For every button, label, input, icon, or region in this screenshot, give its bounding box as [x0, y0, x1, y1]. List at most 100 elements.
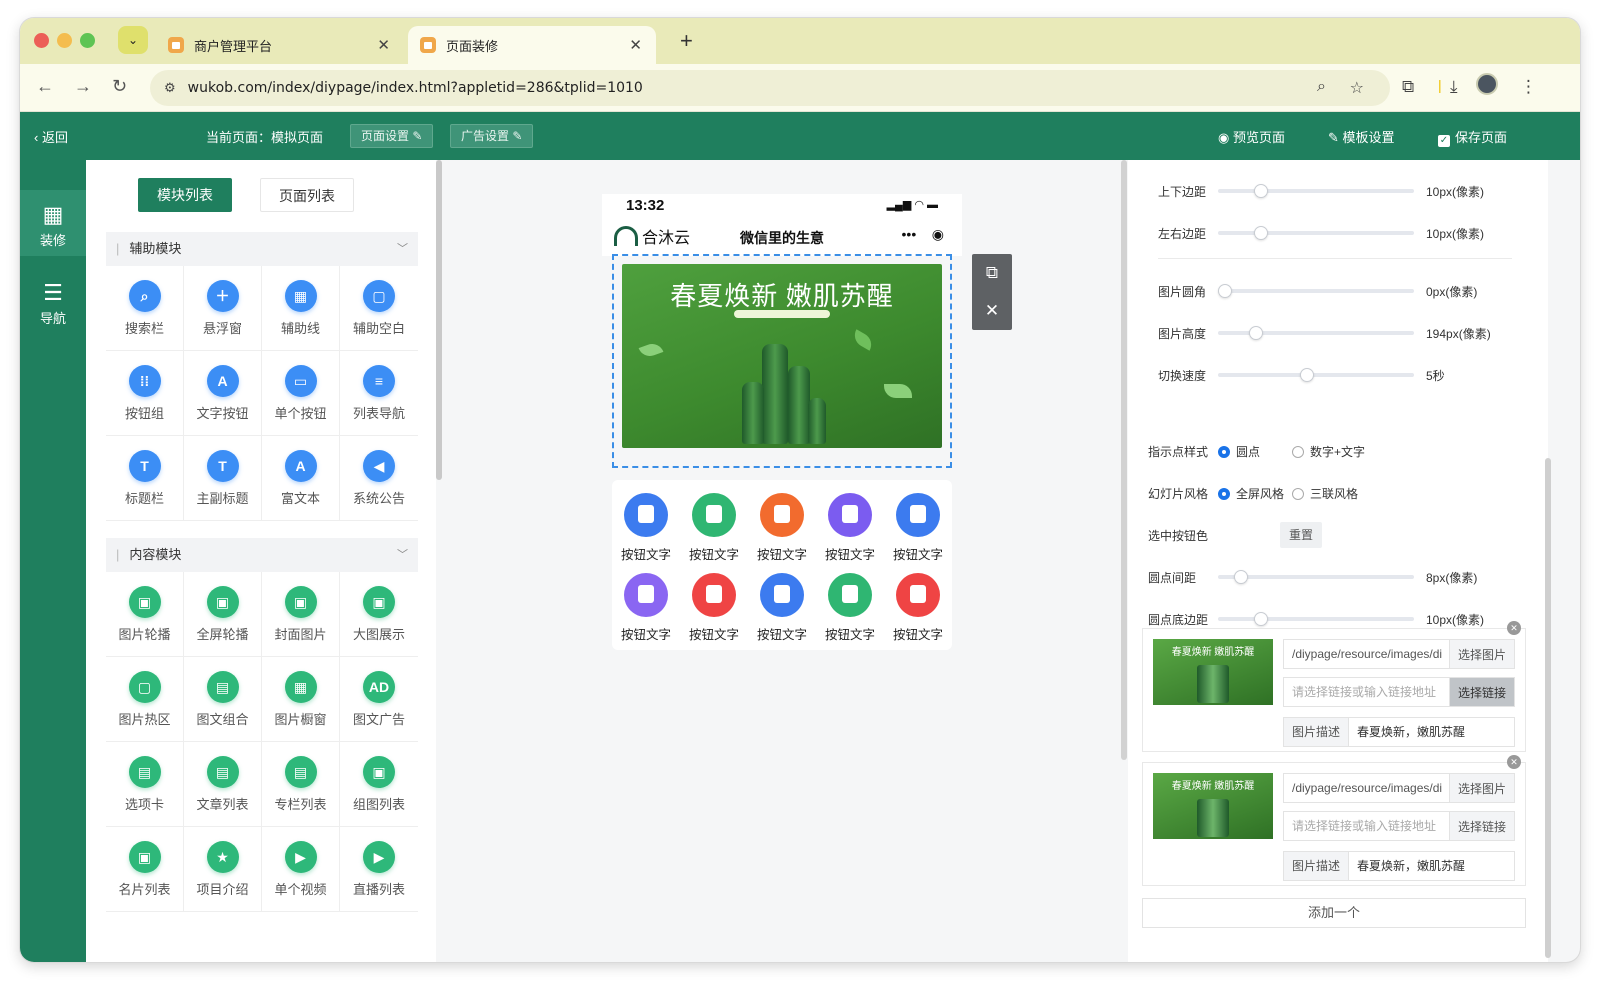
nav-button-item[interactable]: 按钮文字 — [884, 570, 952, 650]
content-module-item[interactable]: ▣ 大图展示 — [340, 572, 418, 657]
choose-link-button[interactable]: 选择链接 — [1449, 811, 1515, 841]
back-link[interactable]: ‹ 返回 — [34, 127, 68, 146]
nav-button-item[interactable]: 按钮文字 — [884, 490, 952, 570]
button-group-module[interactable]: 按钮文字 按钮文字 按钮文字 按钮文字 按钮文字 按钮文字 按钮文字 按钮文字 按钮文字 按钮文字 — [612, 480, 952, 650]
content-module-item[interactable]: ▦ 图片橱窗 — [262, 657, 340, 742]
aux-module-item[interactable]: ⌕ 搜索栏 — [106, 266, 184, 351]
item-thumbnail[interactable]: 春夏焕新 嫩肌苏醒 — [1153, 773, 1273, 839]
aux-module-item[interactable]: ＋ 悬浮窗 — [184, 266, 262, 351]
content-module-item[interactable]: ▣ 图片轮播 — [106, 572, 184, 657]
desc-input[interactable]: 春夏焕新，嫩肌苏醒 — [1348, 851, 1515, 881]
extensions-icon[interactable]: ⧉ — [1402, 77, 1414, 97]
link-input[interactable]: 请选择链接或输入链接地址 — [1283, 677, 1450, 707]
nav-button-item[interactable]: 按钮文字 — [816, 490, 884, 570]
content-module-item[interactable]: ▤ 图文组合 — [184, 657, 262, 742]
tab-page-decoration[interactable]: 页面装修 ✕ — [408, 26, 656, 64]
aux-module-item[interactable]: ▢ 辅助空白 — [340, 266, 418, 351]
aux-module-item[interactable]: A 富文本 — [262, 436, 340, 521]
aux-module-item[interactable]: ▦ 辅助线 — [262, 266, 340, 351]
content-module-item[interactable]: ▣ 全屏轮播 — [184, 572, 262, 657]
delete-module-icon[interactable]: ✕ — [972, 292, 1012, 330]
reset-color-button[interactable]: 重置 — [1280, 522, 1322, 548]
aux-module-item[interactable]: ≡ 列表导航 — [340, 351, 418, 436]
add-item-button[interactable]: 添加一个 — [1142, 898, 1526, 928]
radio-fullscreen[interactable]: 全屏风格 — [1218, 485, 1284, 502]
minimize-window-button[interactable] — [57, 33, 72, 48]
tab-search-button[interactable]: ⌄ — [118, 26, 148, 54]
choose-image-button[interactable]: 选择图片 — [1449, 639, 1515, 669]
settings-scrollbar[interactable] — [1545, 458, 1551, 958]
choose-image-button[interactable]: 选择图片 — [1449, 773, 1515, 803]
nav-button-item[interactable]: 按钮文字 — [748, 490, 816, 570]
aux-module-item[interactable]: ▭ 单个按钮 — [262, 351, 340, 436]
content-module-item[interactable]: ▣ 组图列表 — [340, 742, 418, 827]
link-input[interactable]: 请选择链接或输入链接地址 — [1283, 811, 1450, 841]
aux-module-item[interactable]: ◀ 系统公告 — [340, 436, 418, 521]
slider-track[interactable] — [1218, 184, 1414, 198]
more-menu-icon[interactable]: ⋮ — [1520, 77, 1537, 97]
choose-link-button[interactable]: 选择链接 — [1449, 677, 1515, 707]
tab-merchant[interactable]: 商户管理平台 ✕ — [156, 26, 404, 64]
zoom-icon[interactable]: ⌕ — [1317, 78, 1326, 96]
download-icon[interactable]: ⤓ — [1450, 77, 1458, 97]
content-module-item[interactable]: ▤ 选项卡 — [106, 742, 184, 827]
content-module-item[interactable]: AD 图文广告 — [340, 657, 418, 742]
nav-button-item[interactable]: 按钮文字 — [816, 570, 884, 650]
slider-track[interactable] — [1218, 612, 1414, 626]
group-header-content[interactable]: | 内容模块 ﹀ — [106, 538, 418, 572]
nav-button-item[interactable]: 按钮文字 — [612, 490, 680, 570]
content-module-item[interactable]: ▤ 专栏列表 — [262, 742, 340, 827]
content-module-item[interactable]: ★ 项目介绍 — [184, 827, 262, 912]
url-field[interactable]: ⚙ wukob.com/index/diypage/index.html?app… — [150, 70, 1390, 106]
content-module-item[interactable]: ▶ 直播列表 — [340, 827, 418, 912]
nav-button-item[interactable]: 按钮文字 — [680, 490, 748, 570]
slider-knob[interactable] — [1254, 226, 1269, 240]
forward-arrow-icon[interactable]: → — [74, 76, 92, 97]
radio-number-text[interactable]: 数字+文字 — [1292, 443, 1365, 460]
slider-track[interactable] — [1218, 326, 1414, 340]
nav-button-item[interactable]: 按钮文字 — [612, 570, 680, 650]
reload-icon[interactable]: ↻ — [112, 76, 127, 97]
slider-knob[interactable] — [1299, 368, 1314, 382]
template-settings-button[interactable]: ✎ 模板设置 — [1328, 127, 1395, 146]
radio-dot[interactable]: 圆点 — [1218, 443, 1260, 460]
tab-page-list[interactable]: 页面列表 — [260, 178, 354, 212]
slider-track[interactable] — [1218, 570, 1414, 584]
canvas-scrollbar[interactable] — [1121, 160, 1127, 760]
group-header-aux[interactable]: | 辅助模块 ﹀ — [106, 232, 418, 266]
aux-module-item[interactable]: ⁞⁞ 按钮组 — [106, 351, 184, 436]
aux-module-item[interactable]: T 标题栏 — [106, 436, 184, 521]
content-module-item[interactable]: ▢ 图片热区 — [106, 657, 184, 742]
close-tab-icon[interactable]: ✕ — [629, 36, 642, 54]
slider-track[interactable] — [1218, 284, 1414, 298]
image-path-field[interactable]: /diypage/resource/images/di — [1283, 639, 1450, 669]
nav-button-item[interactable]: 按钮文字 — [680, 570, 748, 650]
close-window-button[interactable] — [34, 33, 49, 48]
banner-carousel-module[interactable]: 春夏焕新 嫩肌苏醒 — [612, 254, 952, 468]
slider-knob[interactable] — [1234, 570, 1249, 584]
remove-item-icon[interactable]: ✕ — [1507, 621, 1521, 635]
back-arrow-icon[interactable]: ← — [36, 76, 54, 97]
slider-knob[interactable] — [1218, 284, 1232, 298]
page-settings-button[interactable]: 页面设置 ✎ — [350, 124, 434, 148]
remove-item-icon[interactable]: ✕ — [1507, 755, 1521, 769]
slider-knob[interactable] — [1248, 326, 1263, 340]
aux-module-item[interactable]: A 文字按钮 — [184, 351, 262, 436]
slider-track[interactable] — [1218, 368, 1414, 382]
preview-page-button[interactable]: ◉ 预览页面 — [1218, 127, 1285, 146]
slider-track[interactable] — [1218, 226, 1414, 240]
slider-knob[interactable] — [1254, 612, 1269, 626]
save-page-button[interactable]: ✓ 保存页面 — [1438, 127, 1507, 147]
image-path-field[interactable]: /diypage/resource/images/di — [1283, 773, 1450, 803]
slider-knob[interactable] — [1254, 184, 1269, 198]
content-module-item[interactable]: ▣ 封面图片 — [262, 572, 340, 657]
nav-button-item[interactable]: 按钮文字 — [748, 570, 816, 650]
rail-item-navigation[interactable]: ☰ 导航 — [20, 272, 86, 332]
profile-avatar[interactable] — [1476, 73, 1498, 95]
bookmark-star-icon[interactable]: ☆ — [1350, 78, 1364, 98]
site-settings-icon[interactable]: ⚙ — [164, 80, 176, 96]
tab-module-list[interactable]: 模块列表 — [138, 178, 232, 212]
copy-module-icon[interactable]: ⧉ — [972, 254, 1012, 292]
content-module-item[interactable]: ▣ 名片列表 — [106, 827, 184, 912]
desc-input[interactable]: 春夏焕新，嫩肌苏醒 — [1348, 717, 1515, 747]
